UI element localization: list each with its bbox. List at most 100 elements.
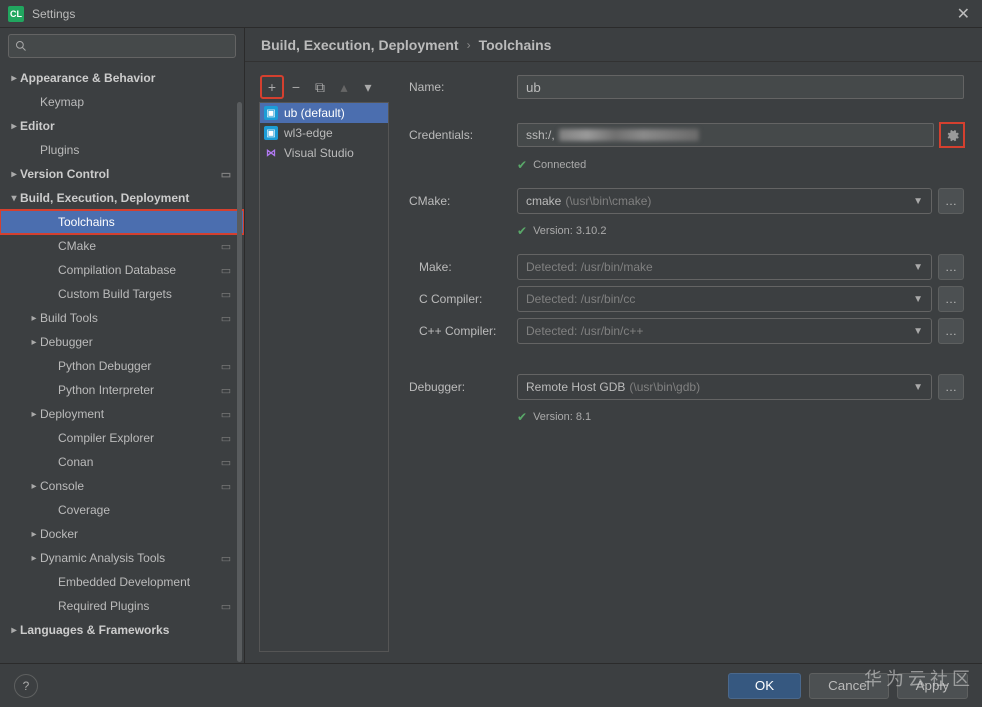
- sidebar-item[interactable]: Python Debugger▭: [0, 354, 244, 378]
- vs-icon: ⋈: [264, 146, 278, 160]
- ok-button[interactable]: OK: [728, 673, 801, 699]
- sidebar-item[interactable]: Debugger: [0, 330, 244, 354]
- sidebar-item[interactable]: Toolchains: [0, 210, 244, 234]
- sidebar-item-label: Python Interpreter: [58, 383, 218, 397]
- make-label: Make:: [409, 260, 517, 274]
- list-item-label: Visual Studio: [284, 146, 354, 160]
- chevron-down-icon: ▼: [913, 262, 923, 273]
- sidebar-item[interactable]: Console▭: [0, 474, 244, 498]
- cxx-label: C++ Compiler:: [409, 324, 517, 338]
- make-combo[interactable]: Detected: /usr/bin/make▼: [517, 254, 932, 280]
- search-input[interactable]: [31, 39, 229, 53]
- sidebar-item[interactable]: Plugins: [0, 138, 244, 162]
- sidebar-item[interactable]: Build Tools▭: [0, 306, 244, 330]
- credentials-label: Credentials:: [409, 128, 517, 142]
- add-button[interactable]: +: [261, 76, 283, 98]
- cancel-button[interactable]: Cancel: [809, 673, 889, 699]
- sidebar-item-label: Python Debugger: [58, 359, 218, 373]
- linux-icon: ▣: [264, 126, 278, 140]
- sidebar-item[interactable]: Editor: [0, 114, 244, 138]
- sidebar-item-label: Custom Build Targets: [58, 287, 218, 301]
- project-badge-icon: ▭: [218, 358, 234, 374]
- linux-icon: ▣: [264, 106, 278, 120]
- cmake-combo[interactable]: cmake(\usr\bin\cmake)▼: [517, 188, 932, 214]
- sidebar-item-label: Console: [40, 479, 218, 493]
- breadcrumb-page: Toolchains: [479, 37, 552, 53]
- sidebar-item[interactable]: Keymap: [0, 90, 244, 114]
- cc-browse-button[interactable]: …: [938, 286, 964, 312]
- name-input[interactable]: [517, 75, 964, 99]
- chevron-down-icon: ▼: [913, 382, 923, 393]
- cmake-status: Version: 3.10.2: [533, 225, 606, 237]
- toolchain-list[interactable]: ▣ ub (default) ▣wl3-edge ⋈ Visual Studio: [259, 102, 389, 652]
- search-icon: [15, 40, 27, 52]
- sidebar-item-label: Version Control: [20, 167, 218, 181]
- sidebar-item[interactable]: Docker: [0, 522, 244, 546]
- move-up-button[interactable]: ▴: [333, 76, 355, 98]
- cxx-combo[interactable]: Detected: /usr/bin/c++▼: [517, 318, 932, 344]
- credentials-input[interactable]: ssh:/,: [517, 123, 934, 147]
- scrollbar[interactable]: [236, 62, 244, 663]
- debugger-status: Version: 8.1: [533, 411, 591, 423]
- sidebar-item[interactable]: Languages & Frameworks: [0, 618, 244, 642]
- arrow-icon: [28, 409, 40, 420]
- sidebar-item[interactable]: Required Plugins▭: [0, 594, 244, 618]
- sidebar-item[interactable]: Version Control▭: [0, 162, 244, 186]
- sidebar-item[interactable]: Custom Build Targets▭: [0, 282, 244, 306]
- arrow-icon: [8, 625, 20, 636]
- project-badge-icon: ▭: [218, 286, 234, 302]
- project-badge-icon: ▭: [218, 262, 234, 278]
- sidebar-item-label: Build Tools: [40, 311, 218, 325]
- check-icon: ✔: [517, 224, 527, 238]
- arrow-icon: [8, 193, 20, 204]
- settings-tree[interactable]: Appearance & Behavior Keymap Editor Plugins…: [0, 64, 244, 663]
- sidebar-item-label: CMake: [58, 239, 218, 253]
- project-badge-icon: ▭: [218, 598, 234, 614]
- sidebar-item[interactable]: Build, Execution, Deployment: [0, 186, 244, 210]
- arrow-icon: [8, 169, 20, 180]
- sidebar-item[interactable]: Conan▭: [0, 450, 244, 474]
- move-down-button[interactable]: ▾: [357, 76, 379, 98]
- check-icon: ✔: [517, 410, 527, 424]
- apply-button[interactable]: Apply: [897, 673, 968, 699]
- sidebar-item-label: Keymap: [40, 95, 244, 109]
- check-icon: ✔: [517, 158, 527, 172]
- sidebar-item-label: Languages & Frameworks: [20, 623, 244, 637]
- chevron-down-icon: ▼: [913, 294, 923, 305]
- sidebar-item[interactable]: CMake▭: [0, 234, 244, 258]
- debugger-browse-button[interactable]: …: [938, 374, 964, 400]
- remove-button[interactable]: −: [285, 76, 307, 98]
- close-icon[interactable]: ✕: [953, 4, 974, 24]
- search-input-wrapper[interactable]: [8, 34, 236, 58]
- sidebar-item-label: Build, Execution, Deployment: [20, 191, 244, 205]
- project-badge-icon: ▭: [218, 166, 234, 182]
- sidebar-item[interactable]: Compilation Database▭: [0, 258, 244, 282]
- make-browse-button[interactable]: …: [938, 254, 964, 280]
- list-item[interactable]: ⋈ Visual Studio: [260, 143, 388, 163]
- sidebar-item[interactable]: Embedded Development: [0, 570, 244, 594]
- help-button[interactable]: ?: [14, 674, 38, 698]
- sidebar-item[interactable]: Appearance & Behavior: [0, 66, 244, 90]
- list-item[interactable]: ▣wl3-edge: [260, 123, 388, 143]
- cxx-browse-button[interactable]: …: [938, 318, 964, 344]
- arrow-icon: [8, 73, 20, 84]
- sidebar-item-label: Dynamic Analysis Tools: [40, 551, 218, 565]
- sidebar-item[interactable]: Compiler Explorer▭: [0, 426, 244, 450]
- sidebar-item[interactable]: Coverage: [0, 498, 244, 522]
- project-badge-icon: ▭: [218, 238, 234, 254]
- debugger-combo[interactable]: Remote Host GDB(\usr\bin\gdb)▼: [517, 374, 932, 400]
- arrow-icon: [8, 121, 20, 132]
- credentials-gear-icon[interactable]: [940, 123, 964, 147]
- list-item-label: ub (default): [284, 106, 345, 120]
- chevron-down-icon: ▼: [913, 196, 923, 207]
- sidebar-item-label: Plugins: [40, 143, 244, 157]
- copy-button[interactable]: ⧉: [309, 76, 331, 98]
- sidebar-item[interactable]: Python Interpreter▭: [0, 378, 244, 402]
- cc-combo[interactable]: Detected: /usr/bin/cc▼: [517, 286, 932, 312]
- cmake-browse-button[interactable]: …: [938, 188, 964, 214]
- sidebar-item[interactable]: Deployment▭: [0, 402, 244, 426]
- breadcrumb: Build, Execution, Deployment › Toolchain…: [245, 28, 982, 62]
- breadcrumb-section[interactable]: Build, Execution, Deployment: [261, 37, 459, 53]
- sidebar-item[interactable]: Dynamic Analysis Tools▭: [0, 546, 244, 570]
- list-item[interactable]: ▣ ub (default): [260, 103, 388, 123]
